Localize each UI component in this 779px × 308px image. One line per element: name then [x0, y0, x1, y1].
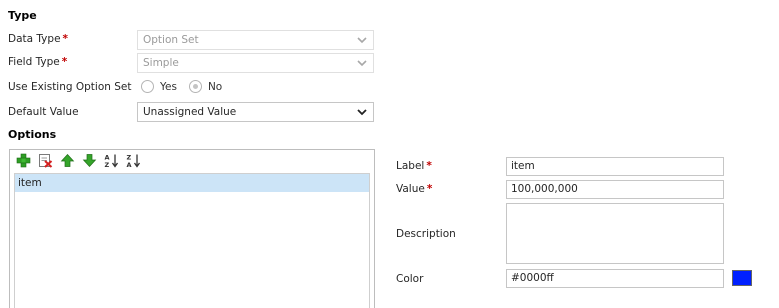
sort-descending-icon[interactable]: Z A	[126, 153, 141, 168]
sort-ascending-icon[interactable]: A Z	[104, 153, 119, 168]
yes-radio-label: Yes	[160, 80, 177, 93]
options-section-heading: Options	[8, 128, 57, 141]
value-input[interactable]: 100,000,000	[506, 180, 724, 199]
color-swatch[interactable]	[732, 270, 752, 286]
detail-value-label: Value *	[396, 183, 432, 195]
chevron-down-icon	[357, 37, 367, 44]
color-input[interactable]: #0000ff	[506, 269, 724, 288]
detail-label-label-text: Label	[396, 160, 425, 172]
use-existing-radio-group: Yes No	[141, 80, 234, 93]
chevron-down-icon	[357, 109, 367, 116]
no-radio	[188, 80, 202, 93]
data-type-label: Data Type *	[8, 33, 68, 45]
field-type-select: Simple	[137, 53, 374, 73]
data-type-value: Option Set	[143, 34, 199, 46]
default-value-label: Default Value	[8, 106, 79, 118]
description-label: Description	[396, 228, 456, 240]
options-toolbar: A Z Z A	[16, 153, 141, 168]
use-existing-label: Use Existing Option Set	[8, 81, 132, 93]
color-label: Color	[396, 273, 424, 285]
required-marker: *	[62, 33, 69, 45]
options-list: item	[14, 173, 370, 308]
field-type-value: Simple	[143, 57, 179, 69]
move-down-icon[interactable]	[82, 153, 97, 168]
label-input[interactable]: item	[506, 157, 724, 176]
list-item[interactable]: item	[15, 174, 369, 192]
yes-radio	[141, 80, 154, 93]
detail-label-label: Label *	[396, 160, 432, 172]
default-value-select[interactable]: Unassigned Value	[137, 102, 374, 122]
field-type-label: Field Type *	[8, 56, 67, 68]
required-marker: *	[426, 183, 433, 195]
data-type-label-text: Data Type	[8, 33, 61, 45]
add-icon[interactable]	[16, 153, 31, 168]
options-panel: A Z Z A item	[9, 149, 375, 308]
svg-text:A: A	[127, 161, 132, 168]
move-up-icon[interactable]	[60, 153, 75, 168]
required-marker: *	[426, 160, 432, 172]
chevron-down-icon	[357, 60, 367, 67]
svg-text:Z: Z	[105, 161, 110, 168]
delete-icon[interactable]	[38, 153, 53, 168]
description-textarea[interactable]	[506, 203, 724, 264]
field-type-label-text: Field Type	[8, 56, 60, 68]
data-type-select: Option Set	[137, 30, 374, 50]
default-value-value: Unassigned Value	[143, 106, 237, 118]
required-marker: *	[61, 56, 68, 68]
no-radio-label: No	[207, 80, 223, 93]
type-section-heading: Type	[8, 9, 37, 22]
detail-value-label-text: Value	[396, 183, 425, 195]
